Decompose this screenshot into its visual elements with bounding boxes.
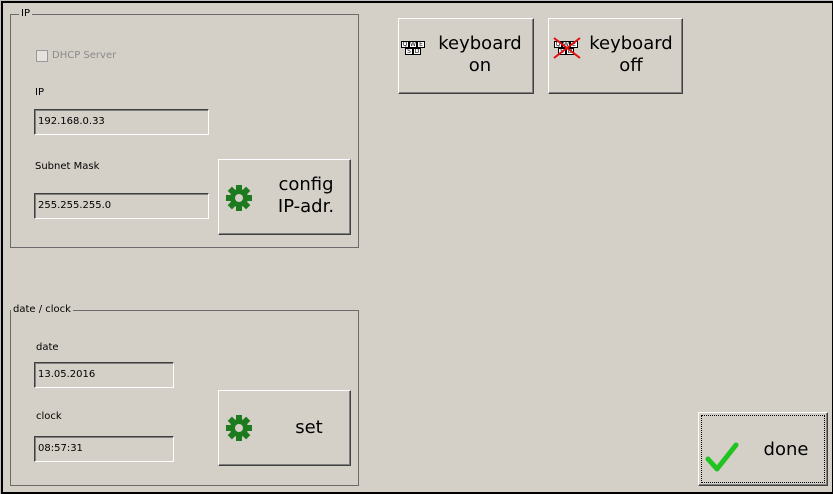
done-button[interactable]: done (698, 412, 828, 486)
keyboard-off-line2: off (619, 55, 643, 76)
settings-window: IP DHCP Server IP 192.168.0.33 Subnet Ma… (1, 1, 833, 494)
dhcp-server-checkbox[interactable] (36, 50, 48, 62)
keyboard-off-icon: Q W E S D (553, 37, 581, 59)
keyboard-key: W (409, 41, 417, 48)
date-label: date (36, 342, 59, 353)
red-cross-icon (553, 37, 581, 59)
subnet-mask-label: Subnet Mask (35, 161, 100, 172)
dhcp-server-label: DHCP Server (52, 50, 117, 61)
keyboard-on-line2: on (468, 55, 492, 76)
ip-address-field[interactable]: 192.168.0.33 (34, 109, 209, 135)
subnet-mask-field[interactable]: 255.255.255.0 (34, 193, 209, 219)
gear-icon (226, 415, 252, 441)
date-clock-groupbox: date / clock date 13.05.2016 clock 08:57… (10, 304, 359, 486)
config-ip-button[interactable]: config IP-adr. (218, 159, 351, 235)
keyboard-key: S (405, 48, 413, 55)
keyboard-key: D (413, 48, 421, 55)
config-button-line2: IP-adr. (277, 196, 335, 217)
ip-groupbox-title: IP (19, 8, 32, 20)
done-button-label: done (763, 439, 809, 460)
gear-icon (226, 185, 252, 211)
config-button-line1: config (278, 174, 334, 195)
date-clock-groupbox-title: date / clock (11, 304, 73, 316)
keyboard-key: Q (401, 41, 409, 48)
keyboard-on-button[interactable]: Q W E S D keyboard on (398, 18, 534, 94)
clock-field[interactable]: 08:57:31 (34, 436, 174, 462)
date-field[interactable]: 13.05.2016 (34, 362, 174, 388)
keyboard-icon: Q W E S D (401, 41, 427, 57)
keyboard-on-line1: keyboard (438, 33, 522, 54)
ip-groupbox: IP DHCP Server IP 192.168.0.33 Subnet Ma… (10, 8, 359, 248)
keyboard-off-button[interactable]: Q W E S D keyboard off (548, 18, 683, 94)
checkmark-icon (705, 442, 739, 472)
clock-label: clock (36, 411, 62, 422)
ip-label: IP (35, 87, 44, 98)
set-button-label: set (295, 417, 323, 438)
keyboard-off-line1: keyboard (589, 33, 673, 54)
keyboard-key: E (417, 41, 425, 48)
set-datetime-button[interactable]: set (218, 390, 351, 466)
